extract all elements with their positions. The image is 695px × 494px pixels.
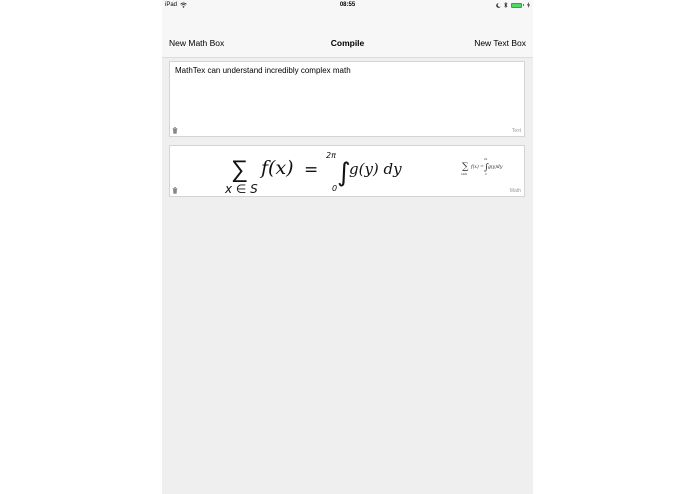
status-bar: iPad 08:55 (162, 0, 533, 12)
hw-upper-limit: 2π (326, 151, 336, 160)
handwritten-math[interactable]: ∑ x ∈ S f(x) = 2π ∫ 0 g(y) dy (222, 147, 412, 197)
rf-upper-limit: 2π (484, 158, 488, 161)
box-type-label: Text (511, 128, 521, 134)
rf-lhs: f(x) = (470, 163, 484, 170)
rf-lower-limit: 0 (485, 173, 487, 176)
rf-subscript: x∈S (461, 172, 467, 176)
moon-icon (496, 2, 501, 8)
math-box[interactable]: ∑ x ∈ S f(x) = 2π ∫ 0 g(y) dy ∑ x∈S f(x)… (169, 145, 525, 197)
status-time: 08:55 (339, 2, 356, 8)
trash-icon[interactable] (172, 187, 178, 194)
hw-summation: ∑ (231, 155, 248, 183)
battery-icon (511, 2, 522, 8)
rendered-formula: ∑ x∈S f(x) = 2π ∫ 0 g(y)dy (461, 158, 503, 176)
ipad-screen: iPad 08:55 New Math Box Compile New Text… (162, 0, 533, 494)
hw-function: f(x) (259, 157, 294, 179)
rf-integrand: g(y)dy (488, 163, 503, 170)
status-right (496, 2, 530, 8)
charging-icon (527, 2, 530, 8)
new-math-box-button[interactable]: New Math Box (169, 38, 224, 48)
trash-icon[interactable] (172, 127, 178, 134)
hw-subscript: x ∈ S (224, 182, 258, 196)
new-text-box-button[interactable]: New Text Box (474, 38, 526, 48)
hw-integrand: g(y) dy (349, 160, 402, 178)
hw-lower-limit: 0 (332, 184, 337, 193)
navigation-bar: New Math Box Compile New Text Box (162, 28, 533, 58)
rf-summation: ∑ (462, 162, 469, 172)
top-band (162, 12, 533, 28)
text-box[interactable]: MathTex can understand incredibly comple… (169, 61, 525, 137)
text-box-content[interactable]: MathTex can understand incredibly comple… (175, 66, 351, 75)
box-type-label: Math (509, 188, 521, 194)
hw-equals: = (304, 160, 318, 180)
bluetooth-icon (504, 2, 508, 8)
battery-nub (523, 4, 524, 6)
